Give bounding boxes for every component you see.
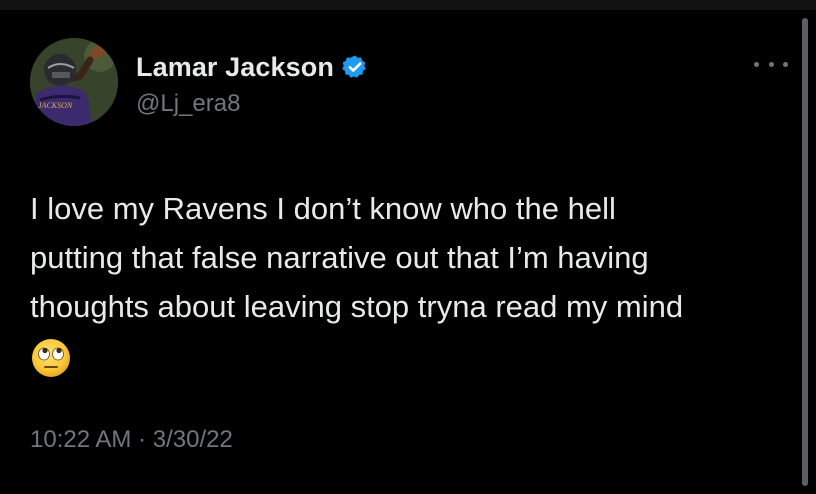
scrollbar[interactable] bbox=[802, 18, 808, 486]
more-dot bbox=[754, 61, 759, 67]
tweet-text-line: thoughts about leaving stop tryna read m… bbox=[30, 289, 684, 324]
tweet-text-line: putting that false narrative out that I’… bbox=[30, 240, 649, 275]
top-bar bbox=[0, 0, 816, 10]
author-handle[interactable]: @Lj_era8 bbox=[136, 90, 240, 118]
author-name-row[interactable]: Lamar Jackson bbox=[136, 50, 368, 84]
more-dot bbox=[783, 61, 788, 67]
tweet-text: I love my Ravens I don’t know who the he… bbox=[30, 184, 795, 379]
tweet-timestamp[interactable]: 10:22 AM · 3/30/22 bbox=[30, 426, 233, 454]
tweet-text-line: I love my Ravens I don’t know who the he… bbox=[30, 191, 616, 226]
avatar-photo: JACKSON bbox=[30, 38, 118, 126]
author-display-name[interactable]: Lamar Jackson bbox=[136, 52, 334, 83]
avatar-jersey-text: JACKSON bbox=[38, 101, 73, 110]
avatar[interactable]: JACKSON bbox=[30, 38, 118, 126]
verified-badge-icon bbox=[342, 55, 366, 78]
more-dot bbox=[768, 61, 774, 67]
more-options-icon[interactable] bbox=[754, 56, 788, 72]
face-with-rolling-eyes-icon bbox=[32, 339, 70, 377]
